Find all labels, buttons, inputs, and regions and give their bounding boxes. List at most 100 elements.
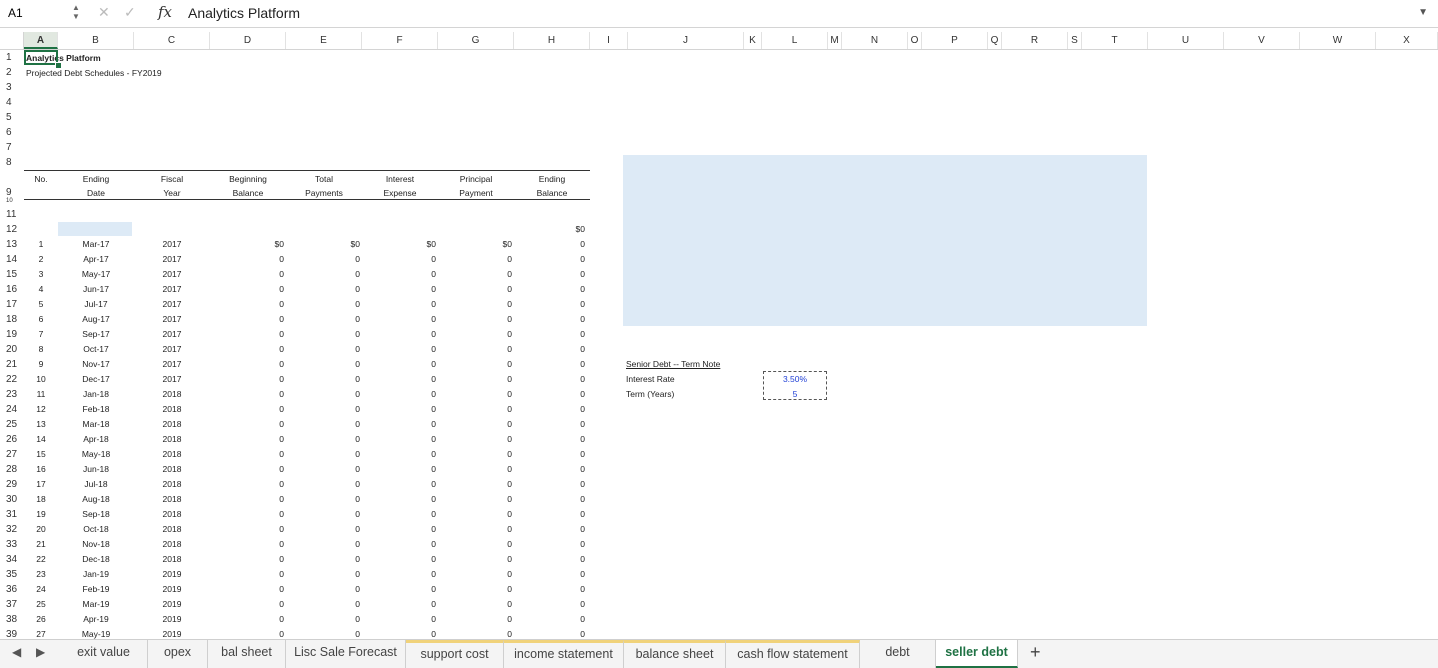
schedule-cell[interactable]: 0	[438, 313, 512, 325]
schedule-cell[interactable]: 2019	[134, 613, 210, 625]
schedule-cell[interactable]: 0	[438, 478, 512, 490]
schedule-cell[interactable]: Aug-17	[58, 313, 134, 325]
schedule-cell[interactable]: 0	[286, 613, 360, 625]
row-header[interactable]: 32	[0, 522, 20, 537]
schedule-cell[interactable]: 2018	[134, 478, 210, 490]
schedule-cell[interactable]: 0	[286, 268, 360, 280]
schedule-cell[interactable]: 0	[210, 433, 284, 445]
schedule-cell[interactable]: 2018	[134, 418, 210, 430]
schedule-cell[interactable]: 0	[210, 358, 284, 370]
schedule-cell[interactable]: 0	[438, 403, 512, 415]
schedule-cell[interactable]: Jul-17	[58, 298, 134, 310]
schedule-cell[interactable]: 0	[514, 313, 585, 325]
column-header-m[interactable]: M	[828, 32, 842, 49]
schedule-cell[interactable]: 0	[362, 433, 436, 445]
schedule-cell[interactable]: 0	[362, 568, 436, 580]
row-header[interactable]: 6	[0, 125, 20, 140]
schedule-cell[interactable]: 2017	[134, 328, 210, 340]
schedule-cell[interactable]: 3	[24, 268, 58, 280]
schedule-cell[interactable]: 0	[286, 583, 360, 595]
schedule-cell[interactable]: 0	[514, 523, 585, 535]
schedule-cell[interactable]: 0	[514, 553, 585, 565]
schedule-cell[interactable]: 0	[286, 433, 360, 445]
schedule-cell[interactable]: 0	[438, 388, 512, 400]
schedule-cell[interactable]: 0	[362, 418, 436, 430]
schedule-cell[interactable]: 0	[286, 343, 360, 355]
column-header-t[interactable]: T	[1082, 32, 1148, 49]
schedule-cell[interactable]: 0	[210, 253, 284, 265]
row-header[interactable]: 20	[0, 342, 20, 357]
schedule-cell[interactable]: 0	[286, 313, 360, 325]
schedule-cell[interactable]: Mar-17	[58, 238, 134, 250]
confirm-icon[interactable]: ✓	[124, 4, 136, 21]
schedule-cell[interactable]: 7	[24, 328, 58, 340]
schedule-cell[interactable]: 17	[24, 478, 58, 490]
schedule-cell[interactable]: Feb-19	[58, 583, 134, 595]
schedule-cell[interactable]: 0	[514, 598, 585, 610]
column-header-j[interactable]: J	[628, 32, 744, 49]
schedule-cell[interactable]: 5	[24, 298, 58, 310]
schedule-cell[interactable]: 0	[286, 508, 360, 520]
column-header-g[interactable]: G	[438, 32, 514, 49]
schedule-cell[interactable]: 0	[438, 253, 512, 265]
schedule-cell[interactable]: 2018	[134, 553, 210, 565]
schedule-cell[interactable]: Jul-18	[58, 478, 134, 490]
schedule-cell[interactable]: 0	[210, 388, 284, 400]
schedule-cell[interactable]: 0	[362, 508, 436, 520]
tab-cash-flow-statement[interactable]: cash flow statement	[726, 640, 860, 668]
schedule-cell[interactable]: 2018	[134, 388, 210, 400]
schedule-cell[interactable]: 0	[210, 493, 284, 505]
fill-handle[interactable]	[55, 62, 62, 69]
schedule-cell[interactable]: 0	[286, 493, 360, 505]
column-header-v[interactable]: V	[1224, 32, 1300, 49]
schedule-cell[interactable]: 0	[438, 553, 512, 565]
schedule-cell[interactable]: 0	[514, 238, 585, 250]
schedule-cell[interactable]: 2018	[134, 493, 210, 505]
schedule-cell[interactable]: 2019	[134, 598, 210, 610]
column-header-h[interactable]: H	[514, 32, 590, 49]
column-header-c[interactable]: C	[134, 32, 210, 49]
schedule-cell[interactable]: 2017	[134, 298, 210, 310]
schedule-cell[interactable]: 2018	[134, 508, 210, 520]
row-header[interactable]: 38	[0, 612, 20, 627]
schedule-cell[interactable]: Mar-18	[58, 418, 134, 430]
tab-debt[interactable]: debt	[860, 640, 936, 668]
schedule-cell[interactable]: May-17	[58, 268, 134, 280]
row-header[interactable]: 19	[0, 327, 20, 342]
schedule-cell[interactable]: 0	[210, 283, 284, 295]
schedule-cell[interactable]: 0	[210, 613, 284, 625]
tab-bal-sheet[interactable]: bal sheet	[208, 640, 286, 668]
column-header-a[interactable]: A	[24, 32, 58, 49]
tab-support-cost[interactable]: support cost	[406, 640, 504, 668]
row-header[interactable]: 26	[0, 432, 20, 447]
row-header[interactable]: 2	[0, 65, 20, 80]
schedule-cell[interactable]: 0	[210, 268, 284, 280]
schedule-cell[interactable]: Jun-18	[58, 463, 134, 475]
schedule-cell[interactable]: 2017	[134, 343, 210, 355]
name-box-stepper-icon[interactable]: ▲ ▼	[72, 3, 80, 21]
schedule-cell[interactable]: 0	[362, 448, 436, 460]
schedule-cell[interactable]: Nov-18	[58, 538, 134, 550]
schedule-cell[interactable]: 0	[514, 253, 585, 265]
function-icon[interactable]: fx	[158, 3, 172, 21]
schedule-cell[interactable]: 0	[210, 328, 284, 340]
schedule-cell[interactable]: 0	[438, 508, 512, 520]
schedule-cell[interactable]: 0	[514, 508, 585, 520]
schedule-cell[interactable]: 0	[438, 448, 512, 460]
schedule-cell[interactable]: 0	[514, 328, 585, 340]
schedule-cell[interactable]: 0	[362, 358, 436, 370]
schedule-cell[interactable]: 0	[362, 538, 436, 550]
schedule-cell[interactable]: 0	[362, 403, 436, 415]
column-header-n[interactable]: N	[842, 32, 908, 49]
schedule-cell[interactable]: 0	[362, 463, 436, 475]
row-header[interactable]: 5	[0, 110, 20, 125]
schedule-cell[interactable]: 0	[210, 583, 284, 595]
tab-seller-debt[interactable]: seller debt	[936, 640, 1018, 668]
schedule-cell[interactable]: 0	[438, 283, 512, 295]
schedule-cell[interactable]: 11	[24, 388, 58, 400]
schedule-cell[interactable]: Aug-18	[58, 493, 134, 505]
column-header-u[interactable]: U	[1148, 32, 1224, 49]
schedule-cell[interactable]: 0	[210, 373, 284, 385]
schedule-cell[interactable]: 0	[362, 598, 436, 610]
schedule-cell[interactable]: 0	[362, 343, 436, 355]
